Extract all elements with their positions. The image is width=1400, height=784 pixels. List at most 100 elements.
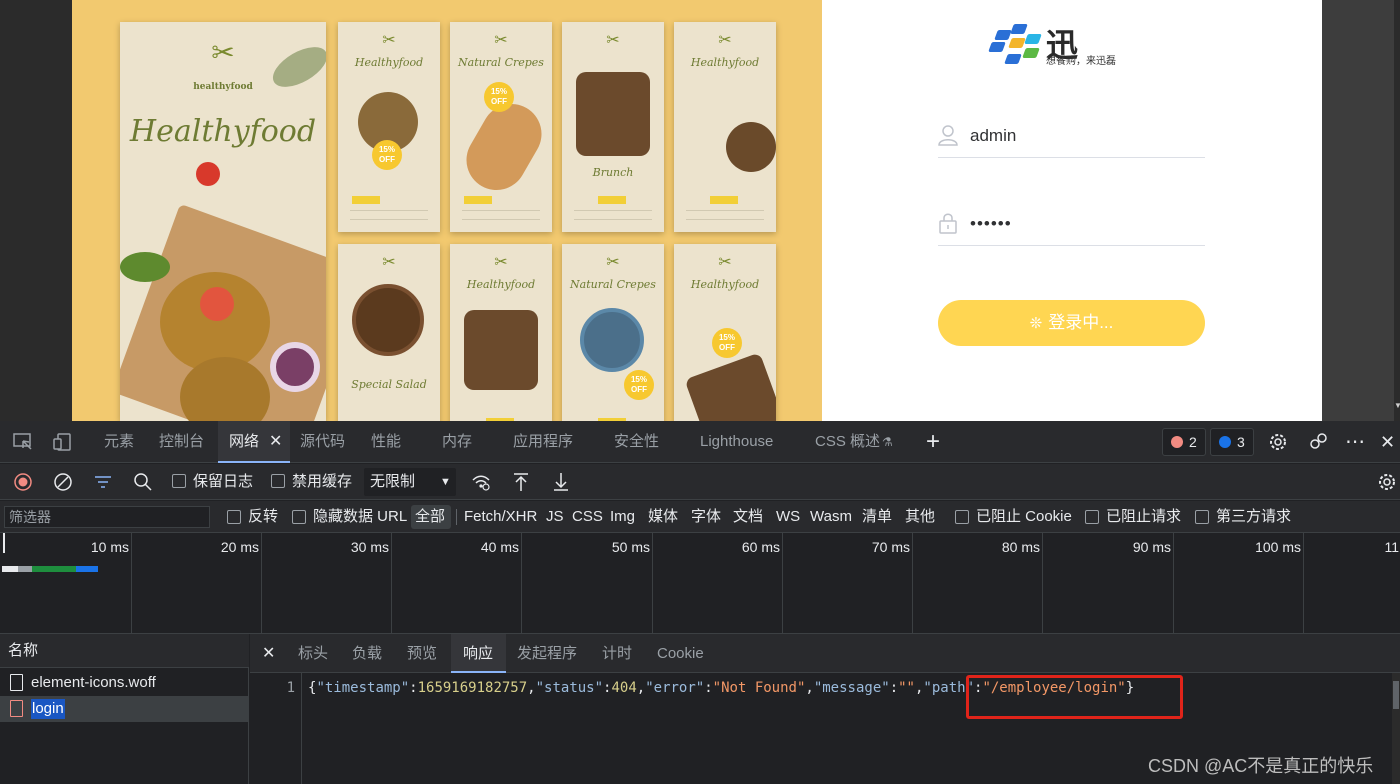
network-conditions-wifi-icon[interactable] [471,472,491,492]
type-filter-doc[interactable]: 文档 [733,501,763,533]
more-options-icon[interactable]: ⋯ [1345,421,1365,463]
tab-network[interactable]: 网络 ✕ [218,421,290,463]
lock-icon [939,213,957,234]
type-filter-wasm[interactable]: Wasm [810,501,852,533]
blocked-cookies-label: 已阻止 Cookie [976,508,1072,525]
tab-cookies[interactable]: Cookie [657,634,704,673]
scrollbar-thumb[interactable] [1393,681,1399,709]
poster-logo: ✂ [382,30,396,49]
waterfall-bar-download [76,566,98,572]
poster-button [710,196,738,204]
tab-memory[interactable]: 内存 [442,421,472,463]
message-count-badge[interactable]: 3 [1210,428,1254,456]
login-button[interactable]: ❊ 登录中... [938,300,1205,346]
tab-network-label: 网络 [229,433,260,450]
add-tab-icon[interactable]: + [926,421,940,463]
settings-gear-icon[interactable] [1268,432,1288,452]
tab-sources[interactable]: 源代码 [300,421,345,463]
type-filter-other[interactable]: 其他 [905,501,935,533]
search-icon[interactable] [133,472,153,492]
third-party-checkbox[interactable] [1195,510,1209,524]
type-filter-fetch-xhr[interactable]: Fetch/XHR [464,501,537,533]
lettuce-image [120,252,170,282]
page-scrollbar[interactable] [1394,0,1400,421]
error-icon [1171,436,1183,448]
type-filter-js[interactable]: JS [546,501,564,533]
export-har-download-icon[interactable] [551,472,571,492]
tab-application[interactable]: 应用程序 [513,421,573,463]
type-filter-img[interactable]: Img [610,501,635,533]
type-filter-css[interactable]: CSS [572,501,603,533]
type-filter-all[interactable]: 全部 [415,501,445,533]
response-scrollbar[interactable] [1392,673,1400,784]
tab-initiator[interactable]: 发起程序 [517,634,577,673]
name-column-header[interactable]: 名称 [0,634,249,668]
tab-payload[interactable]: 负载 [352,634,382,673]
tab-response[interactable]: 响应 [451,634,506,673]
stop-recording-icon[interactable] [13,472,33,492]
screen: ✂ healthyfood Healthyfood ✂ Healthyfood … [0,0,1400,784]
close-devtools-icon[interactable]: ✕ [1380,421,1395,463]
import-har-upload-icon[interactable] [511,472,531,492]
chevron-down-icon: ▼ [440,476,451,488]
hide-data-urls-label: 隐藏数据 URL [313,508,408,525]
clear-icon[interactable] [53,472,73,492]
tab-lighthouse[interactable]: Lighthouse [700,421,773,463]
devtools-tab-bar: 元素 控制台 网络 ✕ 源代码 性能 内存 应用程序 安全性 Lighthous… [0,421,1400,463]
close-tab-icon[interactable]: ✕ [269,421,282,463]
divider [456,509,457,525]
tab-headers[interactable]: 标头 [298,634,328,673]
throttling-select[interactable]: 无限制 ▼ [364,468,456,496]
disable-cache-checkbox[interactable] [271,474,285,488]
tab-console[interactable]: 控制台 [159,421,204,463]
poster-title: Healthyfood [354,56,424,69]
devtools-panel: 元素 控制台 网络 ✕ 源代码 性能 内存 应用程序 安全性 Lighthous… [0,421,1400,784]
poster-logo: ✂ [382,252,396,271]
poster-text-lines [462,210,540,220]
password-field[interactable]: •••••• [938,206,1205,246]
tab-timing[interactable]: 计时 [602,634,632,673]
username-field[interactable]: admin [938,118,1205,158]
error-count-badge[interactable]: 2 [1162,428,1206,456]
food-banner-image: ✂ healthyfood Healthyfood ✂ Healthyfood … [72,0,822,421]
tick-label: 10 ms [90,539,129,555]
hide-data-urls-checkbox[interactable] [292,510,306,524]
blocked-requests-checkbox[interactable] [1085,510,1099,524]
customize-feedback-icon[interactable] [1308,432,1328,452]
filter-input[interactable]: 筛选器 [4,506,210,528]
network-settings-gear-icon[interactable] [1377,472,1397,492]
tab-preview[interactable]: 预览 [407,634,437,673]
poster-6: ✂ Healthyfood [450,244,552,421]
message-icon [1219,436,1231,448]
discount-badge: 15% OFF [484,82,514,112]
type-filter-media[interactable]: 媒体 [648,501,678,533]
poster-logo: ✂ [606,252,620,271]
type-filter-font[interactable]: 字体 [691,501,721,533]
toast-image [684,352,776,421]
timeline-overview[interactable]: 10 ms 20 ms 30 ms 40 ms 50 ms 60 ms 70 m… [0,533,1400,634]
tab-elements[interactable]: 元素 [104,421,134,463]
bowl-image [726,122,776,172]
blocked-cookies-checkbox[interactable] [955,510,969,524]
password-value: •••••• [970,214,1012,233]
scroll-down-arrow-icon[interactable]: ▼ [1394,400,1400,412]
poster-logo: ✂ [606,30,620,49]
logo-dot-green [1022,48,1040,58]
invert-checkbox[interactable] [227,510,241,524]
tab-css-overview[interactable]: CSS 概述 [815,421,880,463]
device-toolbar-icon[interactable] [52,432,72,452]
login-button-label: 登录中... [1048,313,1114,332]
poster-button [464,196,492,204]
type-filter-ws[interactable]: WS [776,501,800,533]
inspect-element-icon[interactable] [13,432,33,452]
poster-7: ✂ Natural Crepes 15% OFF [562,244,664,421]
tab-security[interactable]: 安全性 [614,421,659,463]
request-row-element-icons[interactable]: element-icons.woff [0,670,249,696]
preserve-log-checkbox[interactable] [172,474,186,488]
filter-icon[interactable] [93,472,113,492]
type-filter-manifest[interactable]: 清单 [862,501,892,533]
close-detail-icon[interactable]: ✕ [262,634,275,673]
request-row-login[interactable]: login [0,696,249,722]
poster-5: ✂ Special Salad [338,244,440,421]
tab-performance[interactable]: 性能 [371,421,401,463]
